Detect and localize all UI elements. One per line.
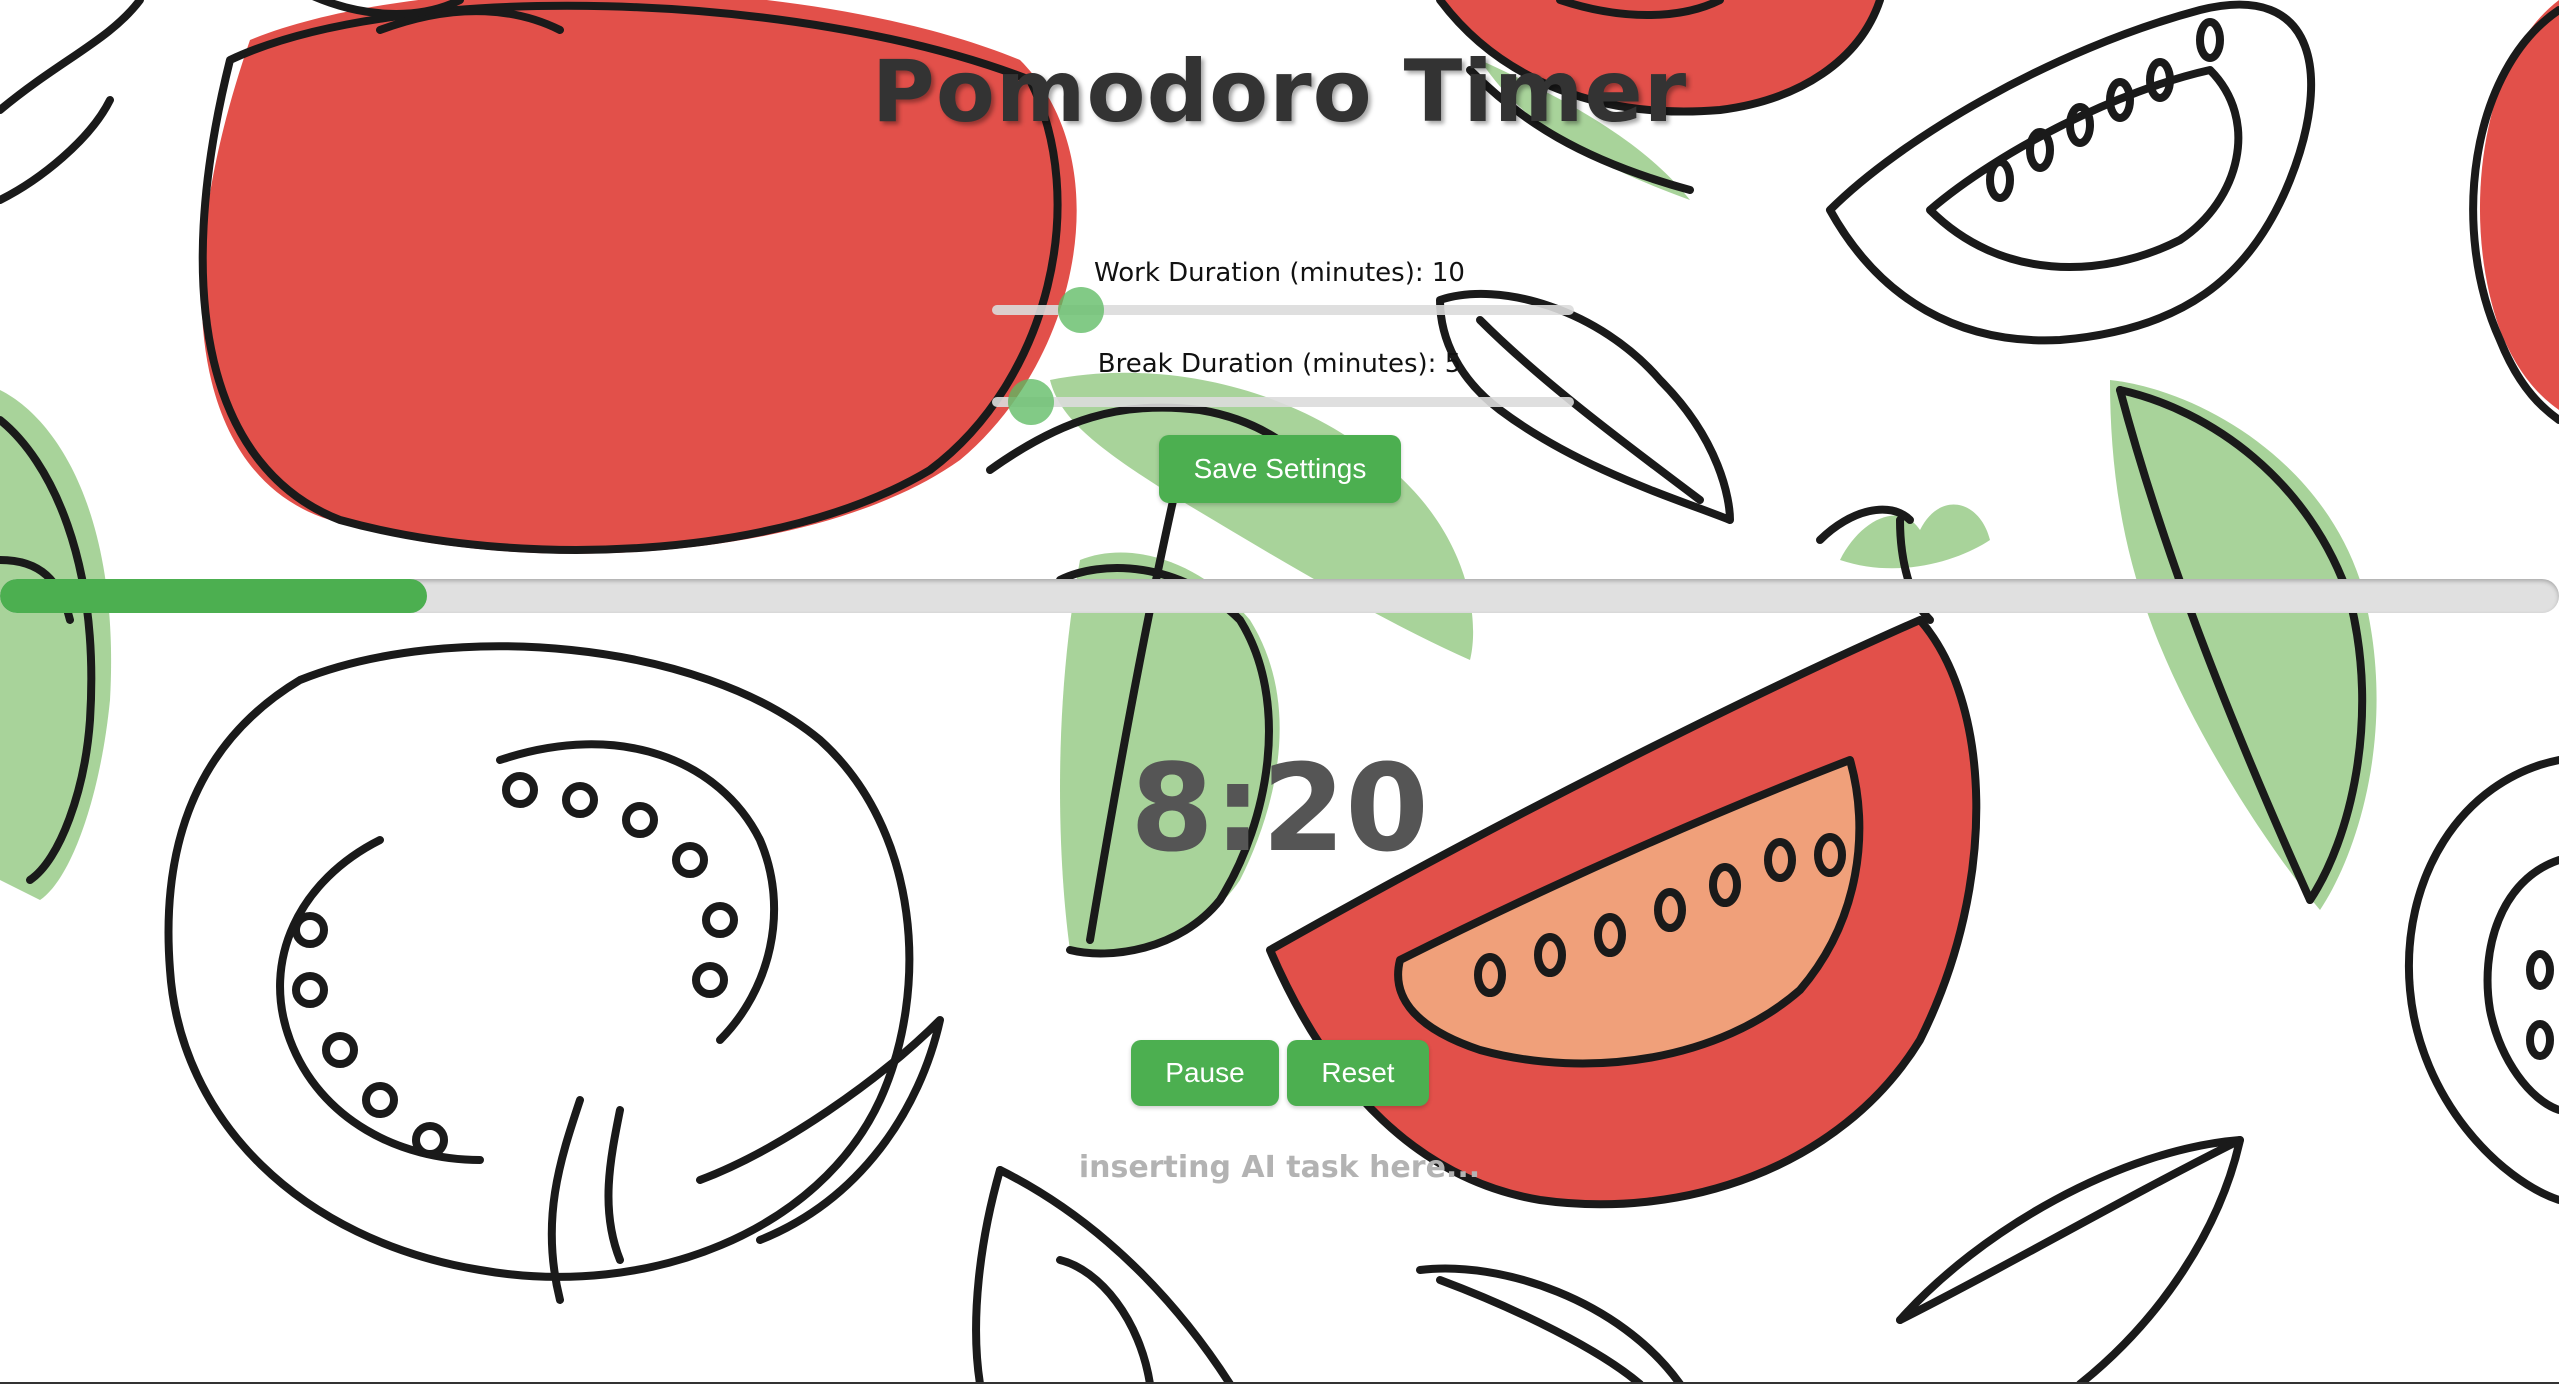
- work-duration-label: Work Duration (minutes): 10: [1094, 258, 1465, 288]
- break-duration-label: Break Duration (minutes): 5: [1097, 349, 1462, 379]
- reset-button[interactable]: Reset: [1287, 1040, 1429, 1106]
- work-duration-slider[interactable]: [992, 287, 1574, 333]
- break-duration-slider-thumb[interactable]: [1008, 379, 1055, 425]
- timer-display: 8:20: [1130, 740, 1429, 879]
- pomodoro-app: Pomodoro Timer Work Duration (minutes): …: [0, 0, 2559, 1384]
- pause-button[interactable]: Pause: [1131, 1040, 1279, 1106]
- progress-bar-fill: [0, 579, 428, 613]
- work-duration-slider-thumb[interactable]: [1057, 287, 1104, 333]
- ai-task-text: inserting AI task here...: [1078, 1150, 1481, 1185]
- save-settings-button[interactable]: Save Settings: [1159, 435, 1401, 503]
- break-duration-slider[interactable]: [992, 379, 1574, 425]
- page-title: Pomodoro Timer: [871, 42, 1688, 142]
- progress-bar: [0, 579, 2559, 613]
